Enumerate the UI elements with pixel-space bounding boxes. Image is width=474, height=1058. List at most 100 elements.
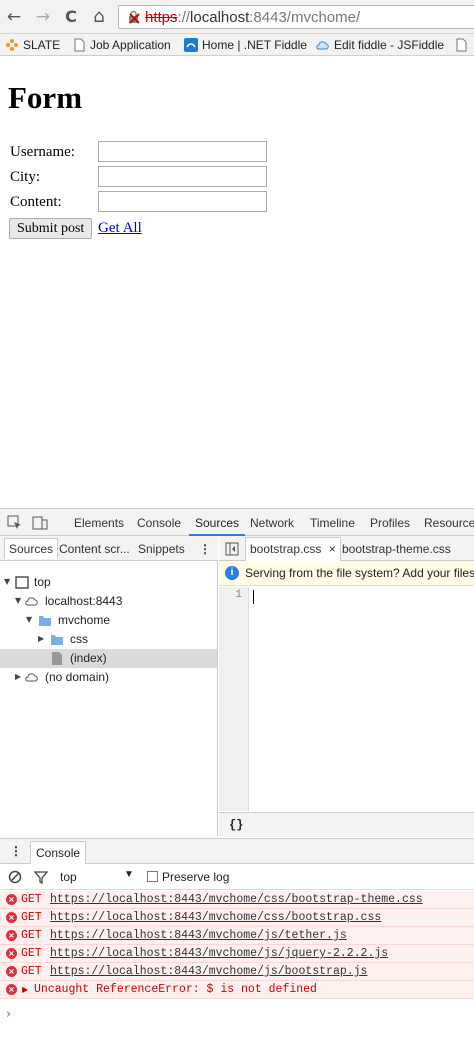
tree-label: mvchome xyxy=(58,613,111,627)
jsfiddle-icon xyxy=(316,41,329,50)
reload-button[interactable]: C xyxy=(61,8,81,28)
tab-console[interactable]: Console xyxy=(137,516,181,530)
editor-footer: {} xyxy=(219,812,474,837)
bookmark-label: SLATE xyxy=(23,38,61,52)
console-error-row[interactable]: × GET https://localhost:8443/mvchome/css… xyxy=(0,909,474,927)
drawer-tab-bar: ⋮ Console xyxy=(0,838,474,864)
bookmark-jsfiddle[interactable]: Edit fiddle - JSFiddle xyxy=(316,37,444,53)
page-icon xyxy=(74,38,85,52)
back-button[interactable]: ← xyxy=(4,8,24,28)
cloud-icon xyxy=(25,597,38,606)
toggle-navigator-icon[interactable] xyxy=(225,542,239,556)
request-url-link[interactable]: https://localhost:8443/mvchome/js/jquery… xyxy=(50,945,388,962)
filter-icon[interactable] xyxy=(34,870,48,884)
cloud-icon xyxy=(25,673,38,682)
devtools-panel: Elements Console Sources Network Timelin… xyxy=(0,508,474,1058)
inspect-element-icon[interactable] xyxy=(7,515,23,531)
folder-icon xyxy=(51,635,63,645)
tree-item-localhost[interactable]: ▼ localhost:8443 xyxy=(0,592,217,611)
navigator-tab-bar: Sources Content scr... Snippets ⋮ xyxy=(0,536,218,561)
tree-label: (index) xyxy=(70,651,107,665)
address-bar[interactable]: https://localhost:8443/mvchome/ xyxy=(118,5,474,29)
close-tab-icon[interactable]: × xyxy=(329,542,336,556)
tab-timeline[interactable]: Timeline xyxy=(310,516,355,530)
tree-item-no-domain[interactable]: ▶ (no domain) xyxy=(0,668,217,687)
error-text: Uncaught ReferenceError: $ is not define… xyxy=(34,983,317,996)
request-url-link[interactable]: https://localhost:8443/mvchome/css/boots… xyxy=(50,891,423,908)
pretty-print-button[interactable]: {} xyxy=(229,818,243,832)
tree-label: localhost:8443 xyxy=(45,594,123,608)
error-icon: × xyxy=(6,984,17,995)
bookmark-overflow[interactable] xyxy=(454,37,472,53)
folder-icon xyxy=(39,616,51,626)
console-error-row[interactable]: × GET https://localhost:8443/mvchome/css… xyxy=(0,891,474,909)
expanded-arrow-icon[interactable]: ▼ xyxy=(15,597,21,605)
preserve-log-checkbox[interactable] xyxy=(147,871,158,882)
console-error-row[interactable]: × GET https://localhost:8443/mvchome/js/… xyxy=(0,927,474,945)
tree-item-mvchome[interactable]: ▼ mvchome xyxy=(0,611,217,630)
console-error-row[interactable]: × GET https://localhost:8443/mvchome/js/… xyxy=(0,945,474,963)
clear-console-icon[interactable] xyxy=(8,870,22,884)
page-title: Form xyxy=(8,80,83,115)
expand-arrow-icon[interactable]: ▶ xyxy=(22,981,28,998)
url-protocol: https xyxy=(145,9,178,26)
tab-sources[interactable]: Sources xyxy=(188,516,246,536)
bookmark-job-application[interactable]: Job Application xyxy=(72,37,171,53)
tree-item-index[interactable]: (index) xyxy=(0,649,217,668)
code-editor[interactable]: 1 xyxy=(219,587,474,811)
bookmark-label: Edit fiddle - JSFiddle xyxy=(334,38,445,52)
bookmark-slate[interactable]: SLATE xyxy=(5,37,60,53)
file-tab-bootstrap-theme-css[interactable]: bootstrap-theme.css xyxy=(342,542,451,556)
context-dropdown-icon[interactable]: ▼ xyxy=(124,869,134,880)
subtab-snippets[interactable]: Snippets xyxy=(138,542,185,556)
error-icon: × xyxy=(6,912,17,923)
tab-resources[interactable]: Resources xyxy=(424,516,474,530)
tree-item-css[interactable]: ▶ css xyxy=(0,630,217,649)
request-url-link[interactable]: https://localhost:8443/mvchome/js/bootst… xyxy=(50,963,367,980)
collapsed-arrow-icon[interactable]: ▶ xyxy=(15,673,21,681)
sources-navigator: Sources Content scr... Snippets ⋮ ▼ top … xyxy=(0,536,218,836)
username-input[interactable] xyxy=(98,141,267,162)
get-all-link[interactable]: Get All xyxy=(98,220,142,237)
expanded-arrow-icon[interactable]: ▼ xyxy=(26,616,32,624)
request-url-link[interactable]: https://localhost:8443/mvchome/js/tether… xyxy=(50,927,347,944)
forward-button[interactable]: → xyxy=(33,8,53,28)
devtools-tab-bar: Elements Console Sources Network Timelin… xyxy=(0,509,474,536)
insecure-lock-icon[interactable] xyxy=(127,10,141,24)
url-host: localhost xyxy=(190,9,250,26)
tab-network[interactable]: Network xyxy=(250,516,294,530)
more-options-icon[interactable]: ⋮ xyxy=(199,542,211,556)
city-input[interactable] xyxy=(98,166,267,187)
dotnetfiddle-icon xyxy=(184,38,198,52)
file-icon xyxy=(52,652,62,665)
tree-label: css xyxy=(70,632,88,646)
request-method: GET xyxy=(21,947,42,960)
frame-icon xyxy=(15,576,29,589)
bookmark-label: Job Application xyxy=(90,38,171,52)
expanded-arrow-icon[interactable]: ▼ xyxy=(4,578,10,586)
collapsed-arrow-icon[interactable]: ▶ xyxy=(38,635,44,643)
tree-item-top[interactable]: ▼ top xyxy=(0,573,217,592)
file-tab-bootstrap-css[interactable]: bootstrap.css × xyxy=(245,537,341,561)
console-error-row[interactable]: × GET https://localhost:8443/mvchome/js/… xyxy=(0,963,474,981)
bookmark-dotnet-fiddle[interactable]: Home | .NET Fiddle xyxy=(184,37,307,53)
console-uncaught-error-row[interactable]: × ▶ Uncaught ReferenceError: $ is not de… xyxy=(0,981,474,999)
subtab-content-scripts[interactable]: Content scr... xyxy=(59,542,130,556)
drawer-tab-console[interactable]: Console xyxy=(30,841,87,864)
console-prompt[interactable]: › xyxy=(6,1007,11,1022)
tab-elements[interactable]: Elements xyxy=(74,516,124,530)
device-mode-icon[interactable] xyxy=(32,515,48,531)
tree-label: top xyxy=(34,575,51,589)
content-input[interactable] xyxy=(98,191,267,212)
drawer-menu-icon[interactable]: ⋮ xyxy=(10,844,22,858)
context-selector[interactable]: top xyxy=(60,870,77,884)
content-label: Content: xyxy=(10,194,62,210)
tab-profiles[interactable]: Profiles xyxy=(370,516,410,530)
submit-post-button[interactable]: Submit post xyxy=(9,218,93,239)
sources-editor-pane: bootstrap.css × bootstrap-theme.css i Se… xyxy=(219,536,474,837)
error-icon: × xyxy=(6,930,17,941)
home-button[interactable]: ⌂ xyxy=(89,8,109,28)
request-url-link[interactable]: https://localhost:8443/mvchome/css/boots… xyxy=(50,909,381,926)
subtab-sources[interactable]: Sources xyxy=(4,538,59,559)
line-gutter: 1 xyxy=(219,587,249,811)
